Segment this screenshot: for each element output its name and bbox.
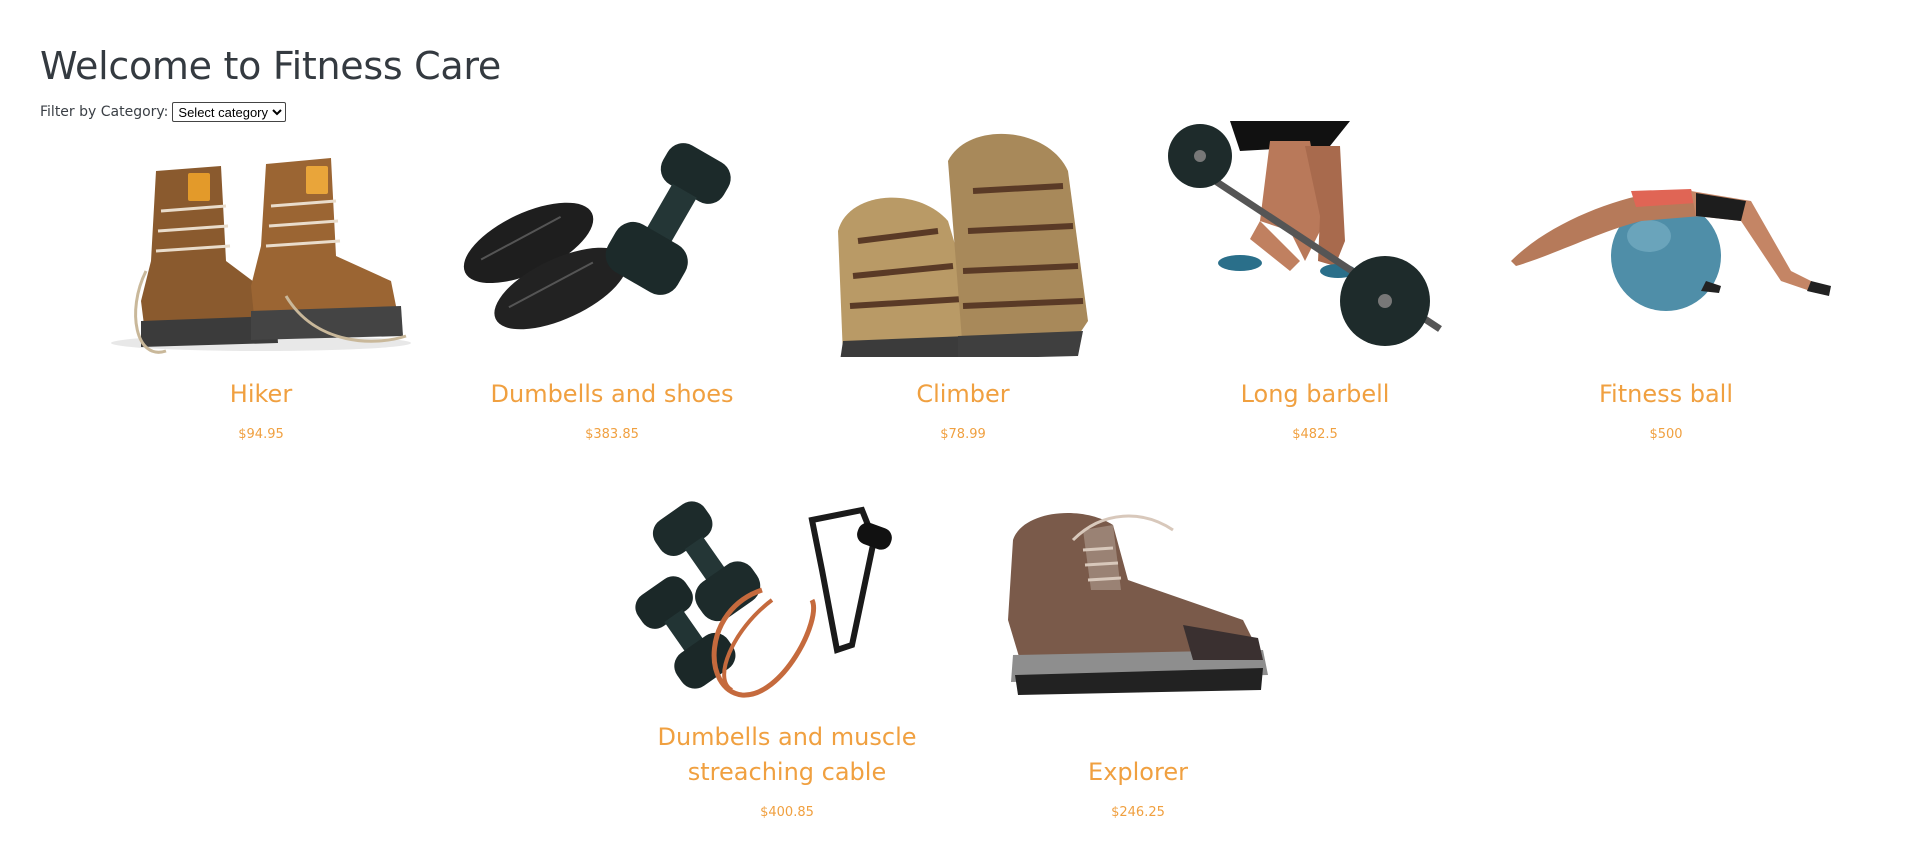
product-price: $400.85 xyxy=(760,805,814,820)
product-name-link[interactable]: Fitness ball xyxy=(1491,377,1841,412)
product-price: $383.85 xyxy=(585,427,639,442)
product-card: Hiker $94.95 xyxy=(86,121,436,444)
dumbbells-and-cable-image[interactable] xyxy=(612,470,962,706)
product-card: Dumbells and shoes $383.85 xyxy=(437,121,787,444)
dumbbells-and-shoes-image[interactable] xyxy=(437,121,787,357)
product-name-link[interactable]: Explorer xyxy=(963,755,1313,790)
sandals-image[interactable] xyxy=(788,121,1138,357)
category-select[interactable]: Select category xyxy=(172,102,287,122)
category-filter: Filter by Category: Select category xyxy=(40,101,287,123)
filter-label: Filter by Category: xyxy=(40,104,169,120)
product-name-link[interactable]: Hiker xyxy=(86,377,436,412)
product-price: $78.99 xyxy=(940,427,986,442)
product-name-link[interactable]: Long barbell xyxy=(1140,377,1490,412)
fitness-ball-image[interactable] xyxy=(1491,121,1841,357)
product-price: $94.95 xyxy=(238,427,284,442)
hiking-shoe-image[interactable] xyxy=(963,470,1313,706)
product-price: $482.5 xyxy=(1292,427,1338,442)
hiking-boots-image[interactable] xyxy=(86,121,436,357)
product-card: Explorer $246.25 xyxy=(963,470,1313,822)
product-name-link[interactable]: Dumbells and shoes xyxy=(437,377,787,412)
product-card: Long barbell $482.5 xyxy=(1140,121,1490,444)
barbell-lift-image[interactable] xyxy=(1140,121,1490,357)
product-price: $500 xyxy=(1649,427,1683,442)
product-card: Dumbells and muscle streaching cable $40… xyxy=(612,470,962,822)
product-card: Climber $78.99 xyxy=(788,121,1138,444)
page-title: Welcome to Fitness Care xyxy=(40,44,501,88)
product-card: Fitness ball $500 xyxy=(1491,121,1841,444)
product-name-link[interactable]: Dumbells and muscle streaching cable xyxy=(612,720,962,790)
product-price: $246.25 xyxy=(1111,805,1165,820)
product-name-link[interactable]: Climber xyxy=(788,377,1138,412)
